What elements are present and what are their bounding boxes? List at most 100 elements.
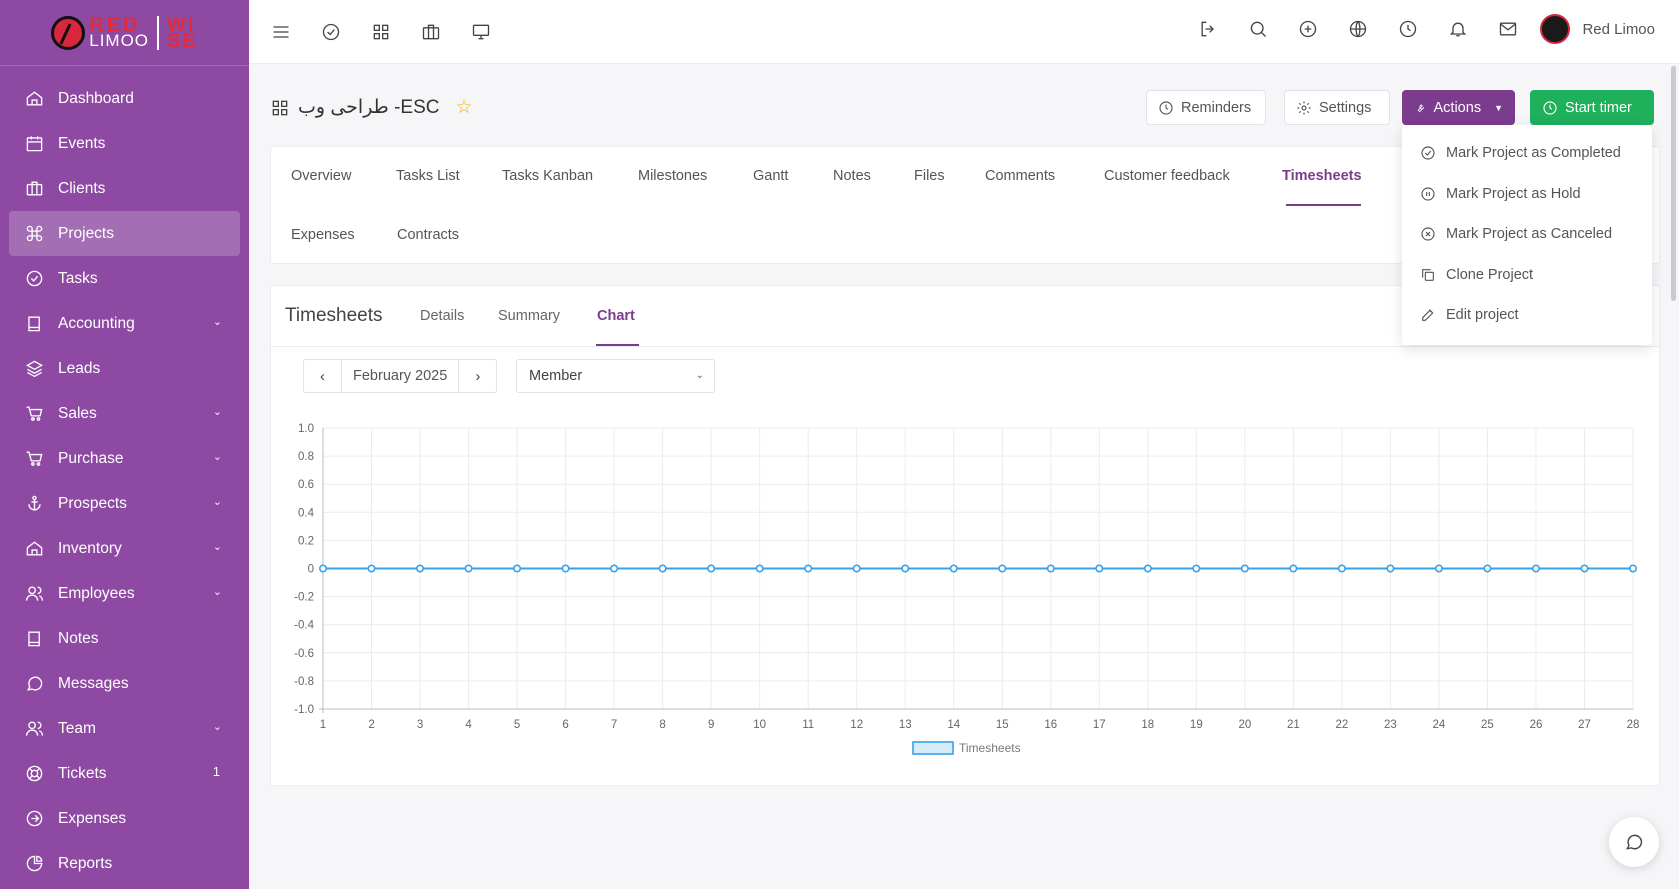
x-tick-label: 6: [562, 719, 568, 731]
menu-item-mark-project-as-hold[interactable]: Mark Project as Hold: [1402, 174, 1652, 215]
x-tick-label: 9: [708, 719, 714, 731]
y-tick-label: 0.8: [298, 451, 314, 463]
tab-milestones[interactable]: Milestones: [638, 168, 707, 184]
sidebar-item-purchase[interactable]: Purchase ⌄: [9, 436, 240, 481]
search-icon[interactable]: [1248, 19, 1268, 39]
chat-button[interactable]: [1609, 817, 1659, 867]
tab-overview[interactable]: Overview: [291, 168, 351, 184]
plus-circle-icon[interactable]: [1298, 19, 1318, 39]
sidebar-item-messages[interactable]: Messages: [9, 661, 240, 706]
tab-customer-feedback[interactable]: Customer feedback: [1104, 168, 1230, 184]
reminders-button[interactable]: Reminders: [1146, 90, 1266, 125]
sidebar-item-sales[interactable]: Sales ⌄: [9, 391, 240, 436]
tab-expenses[interactable]: Expenses: [291, 227, 355, 243]
x-tick-label: 10: [753, 719, 766, 731]
topbar: Red Limoo: [249, 0, 1679, 64]
wrench-icon: [1417, 103, 1425, 112]
menu-item-label: Mark Project as Hold: [1446, 185, 1581, 202]
y-tick-label: -0.8: [294, 676, 314, 688]
brand-logo[interactable]: RED LIMOO WI SE: [0, 0, 249, 66]
menu-item-mark-project-as-completed[interactable]: Mark Project as Completed: [1402, 133, 1652, 174]
sidebar-item-notes[interactable]: Notes: [9, 616, 240, 661]
cart-icon: [24, 404, 44, 424]
x-tick-label: 2: [368, 719, 374, 731]
sidebar-item-events[interactable]: Events: [9, 121, 240, 166]
sidebar-item-reports[interactable]: Reports: [9, 841, 240, 886]
start-timer-label: Start timer: [1565, 99, 1632, 116]
monitor-icon[interactable]: [471, 22, 491, 42]
actions-button[interactable]: Actions ▼: [1402, 90, 1515, 125]
data-point: [1192, 564, 1201, 573]
sidebar-item-expenses[interactable]: Expenses: [9, 796, 240, 841]
sidebar-item-label: Sales: [58, 404, 97, 422]
menu-item-edit-project[interactable]: Edit project: [1402, 295, 1652, 336]
tab-notes[interactable]: Notes: [833, 168, 871, 184]
tab-tasks-kanban[interactable]: Tasks Kanban: [502, 168, 593, 184]
start-timer-button[interactable]: Start timer: [1530, 90, 1654, 125]
grid-icon[interactable]: [371, 22, 391, 42]
sidebar-item-projects[interactable]: Projects: [9, 211, 240, 256]
tab-timesheets[interactable]: Timesheets: [1282, 168, 1362, 184]
sidebar-item-accounting[interactable]: Accounting ⌄: [9, 301, 240, 346]
data-point: [318, 564, 327, 573]
check-circle-icon[interactable]: [321, 22, 341, 42]
y-tick-label: 1.0: [298, 423, 314, 435]
menu-item-clone-project[interactable]: Clone Project: [1402, 255, 1652, 296]
sidebar-item-inventory[interactable]: Inventory ⌄: [9, 526, 240, 571]
x-tick-label: 26: [1530, 719, 1543, 731]
sidebar-item-prospects[interactable]: Prospects ⌄: [9, 481, 240, 526]
avatar[interactable]: [1540, 14, 1571, 44]
sidebar-item-leads[interactable]: Leads: [9, 346, 240, 391]
clock-icon[interactable]: [1398, 19, 1418, 39]
tab-comments[interactable]: Comments: [985, 168, 1055, 184]
mail-icon[interactable]: [1498, 19, 1518, 39]
briefcase-icon[interactable]: [421, 22, 441, 42]
sidebar-item-clients[interactable]: Clients: [9, 166, 240, 211]
scrollbar[interactable]: [1671, 66, 1676, 301]
legend-label: Timesheets: [959, 741, 1021, 755]
x-tick-label: 27: [1578, 719, 1591, 731]
chevron-down-icon: ⌄: [212, 541, 222, 553]
data-point: [998, 564, 1007, 573]
x-tick-label: 14: [947, 719, 960, 731]
tab-contracts[interactable]: Contracts: [397, 227, 459, 243]
star-icon[interactable]: ☆: [456, 96, 473, 119]
menu-icon[interactable]: [271, 22, 291, 42]
count-badge: 1: [212, 764, 220, 779]
sidebar-item-team[interactable]: Team ⌄: [9, 706, 240, 751]
x-tick-label: 4: [465, 719, 472, 731]
globe-icon[interactable]: [1348, 19, 1368, 39]
tab-files[interactable]: Files: [914, 168, 945, 184]
y-tick-label: -0.6: [294, 648, 314, 660]
command-icon: [24, 224, 44, 244]
grid-icon: [272, 100, 288, 115]
username[interactable]: Red Limoo: [1582, 21, 1655, 38]
actions-label: Actions: [1433, 99, 1482, 116]
sidebar-item-employees[interactable]: Employees ⌄: [9, 571, 240, 616]
anchor-icon: [24, 494, 44, 514]
x-tick-label: 12: [850, 719, 863, 731]
sidebar-item-tickets[interactable]: Tickets 1: [9, 751, 240, 796]
copy-icon: [1422, 268, 1434, 281]
y-tick-label: 0: [308, 564, 314, 576]
menu-item-mark-project-as-canceled[interactable]: Mark Project as Canceled: [1402, 214, 1652, 255]
gear-icon: [1297, 100, 1311, 115]
settings-button[interactable]: Settings: [1284, 90, 1390, 125]
logo-wise-bottom: SE: [167, 29, 198, 52]
x-tick-label: 13: [899, 719, 912, 731]
x-tick-label: 23: [1384, 719, 1397, 731]
project-title-row: طراحی وب -ESC ☆: [270, 96, 473, 119]
timesheets-chart: 1.00.80.60.40.20-0.2-0.4-0.6-0.8-1.01 2 3 4…: [294, 423, 1640, 755]
sidebar-item-dashboard[interactable]: Dashboard: [9, 76, 240, 121]
x-tick-label: 28: [1627, 719, 1640, 731]
sidebar-item-label: Reports: [58, 854, 113, 872]
active-tab-indicator: [1286, 204, 1361, 206]
bell-icon[interactable]: [1448, 19, 1468, 39]
logout-icon[interactable]: [1198, 19, 1218, 39]
tab-gantt[interactable]: Gantt: [753, 168, 788, 184]
tab-tasks-list[interactable]: Tasks List: [396, 168, 460, 184]
chevron-down-icon: ⌄: [212, 406, 222, 418]
sidebar-item-label: Accounting: [58, 314, 135, 332]
sidebar-item-label: Tasks: [58, 269, 98, 287]
sidebar-item-tasks[interactable]: Tasks: [9, 256, 240, 301]
